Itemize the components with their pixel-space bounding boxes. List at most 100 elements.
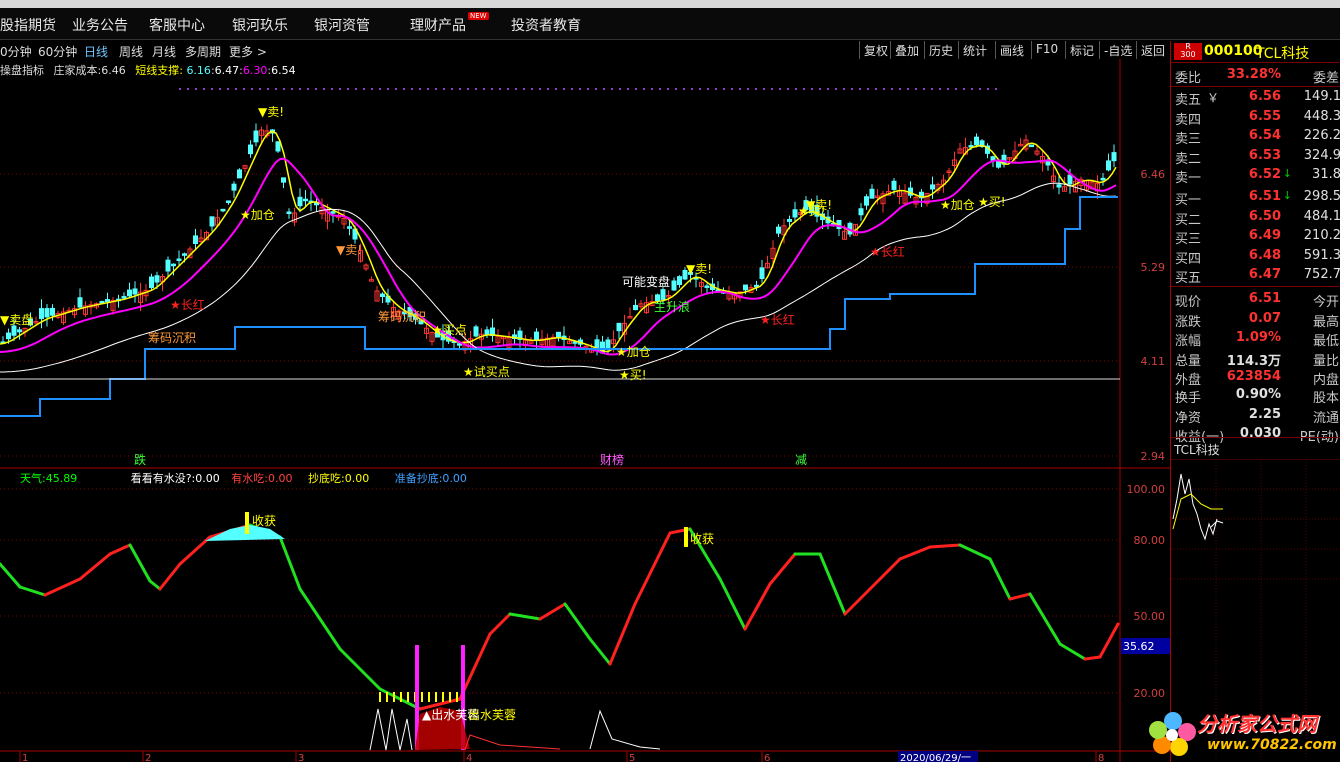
period-more[interactable]: 更多 > (229, 43, 267, 60)
indicator-dot (675, 88, 677, 90)
btn-stats[interactable]: 统计 (958, 41, 991, 59)
indicator-dot (555, 88, 557, 90)
sell-level-row[interactable]: 卖四 6.55 448.3 (1171, 108, 1340, 128)
indicator-dot (947, 88, 949, 90)
indicator-dot (723, 88, 725, 90)
sell-level-row[interactable]: 卖一 6.52 31.8 ↓ (1171, 166, 1340, 186)
indicator-dot (827, 88, 829, 90)
nav-education[interactable]: 投资者教育 (511, 15, 581, 35)
indicator-dot (979, 88, 981, 90)
candle-down (182, 253, 187, 256)
indicator-dot (363, 88, 365, 90)
btn-overlay[interactable]: 叠加 (890, 41, 923, 59)
buy-level-volume: 298.5 (1303, 189, 1340, 204)
indicator-dot (507, 88, 509, 90)
stat-row: 涨跌 0.07 最高 (1171, 310, 1340, 330)
down-arrow-icon: ↓ (1282, 167, 1292, 180)
stat-right-label: 最高 (1312, 314, 1339, 330)
chart-annotation: 筹码沉积 (148, 331, 196, 345)
candle-down (248, 144, 253, 155)
indicator-dot (595, 88, 597, 90)
support-step-line (0, 196, 1118, 417)
stat-right-label: 最低 (1312, 334, 1339, 349)
btn-mark[interactable]: 标记 (1065, 41, 1098, 59)
period-month[interactable]: 月线 (152, 43, 176, 60)
indicator-dot (787, 88, 789, 90)
osc-segment-down (958, 543, 992, 561)
period-multi[interactable]: 多周期 (185, 43, 221, 60)
buy-level-row[interactable]: 买五 6.47 752.7 (1171, 266, 1340, 286)
buy-level-label: 买五 (1175, 271, 1202, 286)
sell-level-row[interactable]: 卖二 6.53 324.9 (1171, 147, 1340, 167)
candle-down (231, 183, 237, 191)
indicator-dot (779, 88, 781, 90)
buy-level-label: 买三 (1175, 232, 1202, 247)
stock-name: TCL科技 (1256, 46, 1310, 62)
btn-watchlist[interactable]: -自选 (1099, 41, 1136, 59)
candle-down (77, 297, 83, 308)
candle-down (1100, 177, 1106, 181)
osc-segment-up (868, 557, 902, 591)
osc-segment-down (988, 557, 1012, 601)
btn-draw[interactable]: 画线 (995, 41, 1028, 59)
chart-annotation: ▼卖! (686, 262, 712, 276)
period-week[interactable]: 周线 (119, 43, 143, 60)
indicator-dot (227, 88, 229, 90)
candle-down (974, 136, 979, 146)
buy-level-row[interactable]: 买四 6.48 591.3 (1171, 247, 1340, 267)
indicator-dot (563, 88, 565, 90)
chart-annotation: ★加仓 (940, 198, 975, 212)
weibi-value: 33.28% (1226, 67, 1281, 82)
osc-segment-up (1008, 592, 1032, 601)
btn-history[interactable]: 历史 (924, 41, 957, 59)
candle-down (6, 332, 11, 340)
osc-segment-up (928, 543, 962, 549)
candlestick-chart[interactable]: 6.46 5.29 4.11 2.94 100.00 80.00 50.00 20.00 35.… (0, 59, 1170, 762)
buy-level-volume: 210.2 (1303, 228, 1340, 243)
nav-club[interactable]: 银河玖乐 (232, 15, 288, 35)
white-spike-line (369, 708, 413, 751)
nav-service[interactable]: 客服中心 (149, 15, 205, 35)
osc-segment-up (488, 612, 512, 636)
period-min[interactable]: 0分钟 (0, 43, 32, 60)
date-tick-label: 3 (298, 753, 304, 762)
btn-fuquan[interactable]: 复权 (859, 41, 892, 59)
chart-area[interactable]: 操盘指标 庄家成本:6.46 短线支撑: 6.16:6.47:6.30:6.54… (0, 59, 1170, 762)
candle-down (660, 289, 666, 300)
r-sub: 300 (1180, 50, 1196, 59)
candle-down (220, 208, 226, 212)
candle-down (297, 196, 303, 207)
osc-label-lotus: 出水芙蓉 (468, 708, 516, 722)
date-tick-label: 8 (1098, 753, 1104, 762)
indicator-dot (667, 88, 669, 90)
nav-notice[interactable]: 业务公告 (72, 15, 128, 35)
indicator-dot (523, 88, 525, 90)
period-day[interactable]: 日线 (84, 43, 108, 60)
buy-level-row[interactable]: 买一 6.51 298.5 ↓ (1171, 188, 1340, 208)
nav-futures[interactable]: 股指期货 (0, 15, 56, 35)
indicator-dot (603, 88, 605, 90)
buy-level-row[interactable]: 买三 6.49 210.2 (1171, 227, 1340, 247)
indicator-dot (259, 88, 261, 90)
osc-segment-down (718, 577, 747, 631)
indicator-dot (251, 88, 253, 90)
osc-segment-up (178, 535, 212, 566)
sell-level-row[interactable]: 卖三 6.54 226.2 (1171, 127, 1340, 147)
indicator-dot (883, 88, 885, 90)
btn-f10[interactable]: F10 (1031, 41, 1062, 59)
sell-level-row[interactable]: 卖五 6.56 149.1 ￥ (1171, 88, 1340, 108)
nav-asset-mgmt[interactable]: 银河资管 (314, 15, 370, 35)
stat-value: 1.09% (1235, 330, 1281, 345)
candle-down (605, 339, 611, 350)
price-pane-label: 财榜 (600, 452, 624, 467)
buy-level-row[interactable]: 买二 6.50 484.1 (1171, 208, 1340, 228)
nav-wealth[interactable]: 理财产品 (410, 15, 466, 35)
candle-down (281, 177, 286, 183)
btn-back[interactable]: 返回 (1136, 41, 1169, 59)
period-60min[interactable]: 60分钟 (38, 43, 77, 60)
nav-bar: 股指期货 业务公告 客服中心 银河玖乐 银河资管 理财产品 NEW 投资者教育 (0, 8, 1340, 40)
weibi-label: 委比 (1175, 71, 1202, 86)
stock-code: 000100 (1204, 43, 1263, 59)
chart-annotation: ★买! (619, 368, 647, 382)
stat-row: 总量 114.3万 量比 (1171, 349, 1340, 369)
